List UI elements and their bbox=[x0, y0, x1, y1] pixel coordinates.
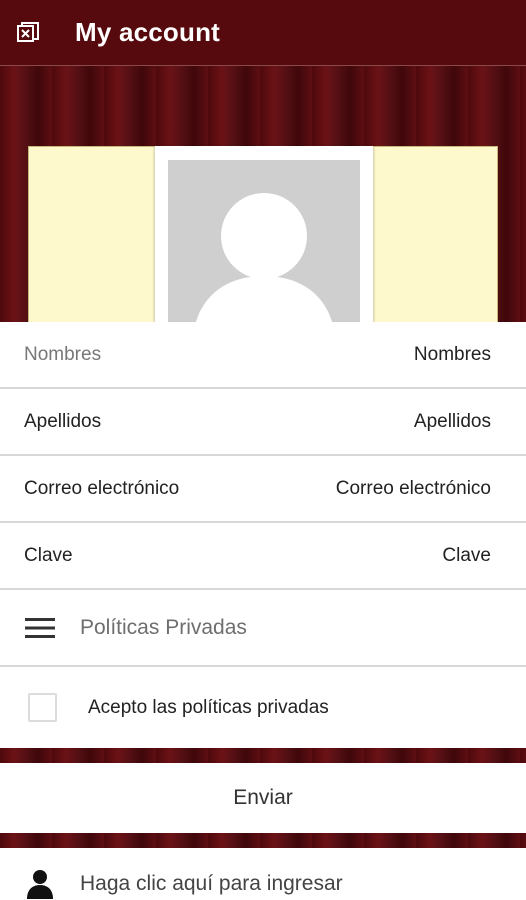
privacy-policies-label: Políticas Privadas bbox=[80, 615, 247, 639]
person-icon bbox=[27, 869, 53, 899]
first-name-label: Nombres bbox=[24, 343, 102, 365]
accept-policies-row[interactable]: Acepto las políticas privadas bbox=[0, 667, 526, 748]
password-label: Clave bbox=[24, 544, 73, 566]
page-title: My account bbox=[75, 17, 221, 47]
accept-policies-checkbox[interactable] bbox=[28, 693, 57, 722]
last-name-field[interactable]: Apellidos Apellidos bbox=[0, 389, 526, 456]
login-link[interactable]: Haga clic aquí para ingresar bbox=[0, 848, 526, 900]
divider-band bbox=[0, 833, 526, 848]
login-link-label[interactable]: Haga clic aquí para ingresar bbox=[80, 872, 343, 896]
profile-hero-banner bbox=[0, 66, 526, 322]
close-window-icon bbox=[17, 21, 39, 42]
menu-icon bbox=[25, 617, 55, 638]
last-name-input[interactable]: Apellidos bbox=[414, 411, 491, 433]
email-label: Correo electrónico bbox=[24, 477, 180, 499]
accept-policies-label[interactable]: Acepto las políticas privadas bbox=[88, 697, 329, 719]
avatar-frame[interactable] bbox=[155, 146, 373, 322]
password-field[interactable]: Clave Clave bbox=[0, 523, 526, 590]
first-name-input[interactable]: Nombres bbox=[414, 344, 491, 366]
divider-band bbox=[0, 748, 526, 763]
app-bar: My account bbox=[0, 0, 526, 66]
first-name-field[interactable]: Nombres Nombres bbox=[0, 322, 526, 389]
password-input[interactable]: Clave bbox=[442, 545, 491, 567]
last-name-label: Apellidos bbox=[24, 410, 102, 432]
email-input[interactable]: Correo electrónico bbox=[336, 478, 491, 500]
submit-button[interactable]: Enviar bbox=[0, 763, 526, 833]
email-field[interactable]: Correo electrónico Correo electrónico bbox=[0, 456, 526, 523]
privacy-policies-link[interactable]: Políticas Privadas bbox=[0, 590, 526, 667]
avatar[interactable] bbox=[168, 160, 360, 322]
registration-form: Nombres Nombres Apellidos Apellidos Corr… bbox=[0, 322, 526, 900]
default-user-silhouette-icon bbox=[196, 193, 332, 322]
close-window-button[interactable] bbox=[14, 19, 42, 47]
